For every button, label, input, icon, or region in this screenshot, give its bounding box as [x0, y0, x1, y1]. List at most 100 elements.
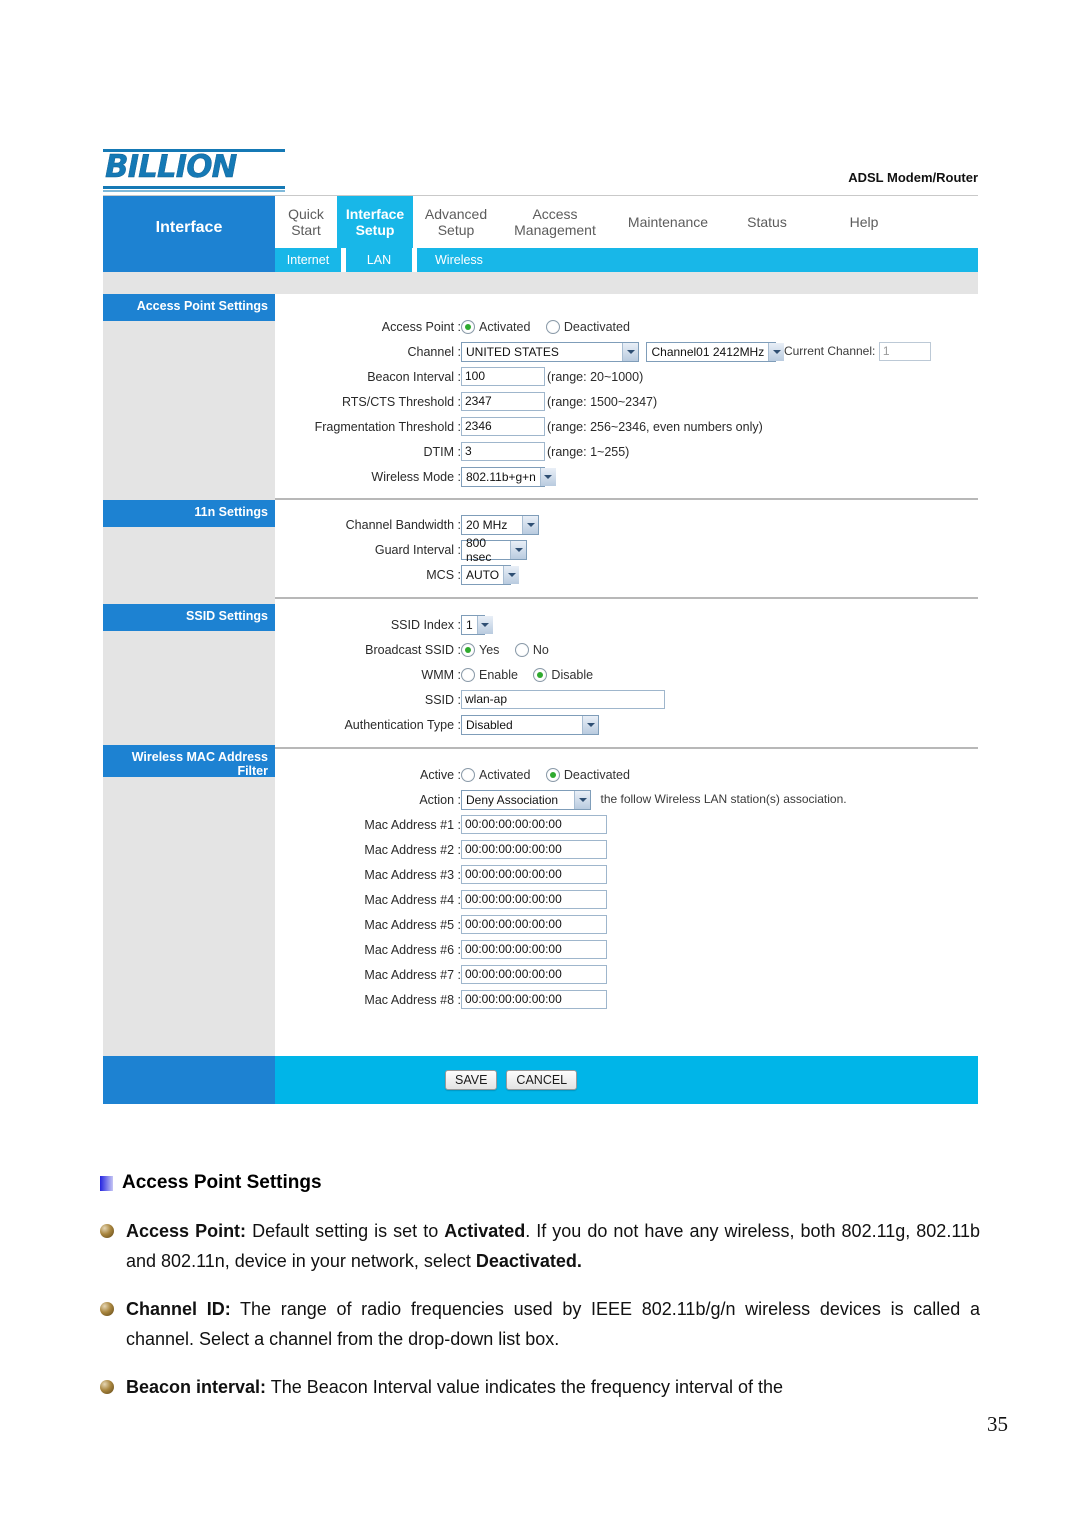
- authentication-type-cell: Disabled: [461, 712, 978, 737]
- mac-address-7-label: Mac Address #7 :: [364, 967, 461, 982]
- section-label-ssid: SSID Settings: [103, 604, 275, 631]
- mac-action-select[interactable]: Deny Association: [461, 789, 591, 810]
- subtab-wireless[interactable]: Wireless: [417, 248, 501, 272]
- access-point-deactivated-label: Deactivated: [563, 319, 630, 334]
- fragmentation-input-cell: 2346: [461, 414, 547, 439]
- logo-rule-bottom-thin: [103, 190, 285, 192]
- mac-active-activated-label: Activated: [479, 767, 531, 782]
- mac-address-8-cell: 00:00:00:00:00:00: [461, 987, 978, 1012]
- mac-active-activated-radio[interactable]: [461, 767, 475, 782]
- row-wmm: WMM : Enable Disable: [275, 662, 978, 687]
- broadcast-ssid-radios: Yes No: [461, 637, 978, 662]
- rail-gap-1: [103, 321, 275, 500]
- guard-interval-cell: 800 nsec: [461, 536, 978, 564]
- fragmentation-input[interactable]: 2346: [461, 417, 545, 436]
- broadcast-ssid-yes-radio[interactable]: [461, 642, 475, 657]
- subtab-lan[interactable]: LAN: [346, 248, 412, 272]
- mac-address-6-cell: 00:00:00:00:00:00: [461, 937, 978, 962]
- beacon-interval-note: (range: 20~1000): [547, 369, 644, 384]
- subtab-internet[interactable]: Internet: [275, 248, 341, 272]
- row-access-point: Access Point : Activated Deactivated: [275, 314, 978, 339]
- wmm-disable-radio[interactable]: [533, 667, 548, 682]
- wireless-mode-label: Wireless Mode :: [371, 469, 461, 484]
- mac-address-4-input[interactable]: 00:00:00:00:00:00: [461, 890, 607, 909]
- access-point-activated-radio[interactable]: [461, 319, 475, 334]
- chevron-down-icon: [522, 515, 538, 534]
- tab-access-management[interactable]: Access Management: [499, 196, 611, 248]
- current-channel-label: Current Channel:: [783, 343, 876, 358]
- table-row: Mac Address #5 : 00:00:00:00:00:00: [275, 912, 978, 937]
- mac-address-7-input[interactable]: 00:00:00:00:00:00: [461, 965, 607, 984]
- authentication-type-value: Disabled: [466, 717, 513, 732]
- prose-heading: Access Point Settings: [122, 1172, 322, 1193]
- guard-interval-label: Guard Interval :: [374, 542, 461, 557]
- sphere-bullet-icon: [100, 1380, 114, 1394]
- mac-address-3-input[interactable]: 00:00:00:00:00:00: [461, 865, 607, 884]
- action-bar-right: SAVE CANCEL: [275, 1056, 978, 1104]
- mac-address-1-label: Mac Address #1 :: [364, 817, 461, 832]
- country-select[interactable]: UNITED STATES: [461, 341, 639, 362]
- channel-bandwidth-value: 20 MHz: [466, 517, 508, 532]
- save-button[interactable]: SAVE: [445, 1070, 498, 1090]
- channel-bandwidth-select[interactable]: 20 MHz: [461, 514, 539, 535]
- guard-interval-value: 800 nsec: [466, 535, 492, 564]
- prose-p2-term: Channel ID:: [126, 1299, 231, 1319]
- table-row: Mac Address #4 : 00:00:00:00:00:00: [275, 887, 978, 912]
- tab-help[interactable]: Help: [809, 196, 919, 248]
- logo-rule-bottom: [103, 186, 285, 189]
- row-authentication-type: Authentication Type : Disabled: [275, 712, 978, 737]
- broadcast-ssid-no-radio[interactable]: [514, 642, 529, 657]
- prose-p1-bold2: Activated: [444, 1221, 526, 1241]
- access-point-activated-label: Activated: [479, 319, 531, 334]
- mac-address-8-label: Mac Address #8 :: [364, 992, 461, 1007]
- prose-paragraph-channel-id: Channel ID: The range of radio frequenci…: [100, 1294, 980, 1354]
- row-mac-active: Active : Activated Deactivated: [275, 762, 978, 787]
- settings-content: Access Point : Activated Deactivated Cha…: [275, 294, 978, 1056]
- access-point-deactivated-radio[interactable]: [545, 319, 560, 334]
- mac-filter-section: Active : Activated Deactivated Action : …: [275, 762, 978, 1032]
- beacon-interval-input[interactable]: 100: [461, 367, 545, 386]
- authentication-type-select[interactable]: Disabled: [461, 714, 599, 735]
- tab-advanced-setup[interactable]: Advanced Setup: [413, 196, 499, 248]
- tab-maintenance[interactable]: Maintenance: [611, 196, 725, 248]
- rail-gap-4: [103, 777, 275, 1056]
- mac-address-1-input[interactable]: 00:00:00:00:00:00: [461, 815, 607, 834]
- mac-address-5-input[interactable]: 00:00:00:00:00:00: [461, 915, 607, 934]
- rts-cts-input-cell: 2347: [461, 389, 547, 414]
- guard-interval-select[interactable]: 800 nsec: [461, 536, 527, 564]
- tab-status[interactable]: Status: [725, 196, 809, 248]
- dtim-input[interactable]: 3: [461, 442, 545, 461]
- mac-address-2-input[interactable]: 00:00:00:00:00:00: [461, 840, 607, 859]
- divider-after-11n: [275, 597, 978, 599]
- mac-action-note: the follow Wireless LAN station(s) assoc…: [600, 791, 847, 806]
- prose-p1-text1: Default setting is set to: [246, 1221, 445, 1241]
- mcs-select[interactable]: AUTO: [461, 564, 520, 585]
- table-row: Mac Address #2 : 00:00:00:00:00:00: [275, 837, 978, 862]
- divider-after-ssid: [275, 747, 978, 749]
- wireless-mode-select[interactable]: 802.11b+g+n: [461, 466, 556, 487]
- mac-address-6-input[interactable]: 00:00:00:00:00:00: [461, 940, 607, 959]
- router-header: BILLION ADSL Modem/Router: [103, 143, 978, 196]
- access-point-radios: Activated Deactivated: [461, 314, 978, 339]
- mac-active-deactivated-radio[interactable]: [545, 767, 560, 782]
- wmm-disable-label: Disable: [551, 667, 594, 682]
- chevron-down-icon: [510, 540, 526, 559]
- mac-action-cell: Deny Association the follow Wireless LAN…: [461, 787, 978, 812]
- cancel-button[interactable]: CANCEL: [506, 1070, 578, 1090]
- chevron-down-icon: [622, 342, 638, 361]
- table-row: Mac Address #7 : 00:00:00:00:00:00: [275, 962, 978, 987]
- mac-address-5-cell: 00:00:00:00:00:00: [461, 912, 978, 937]
- ssid-input[interactable]: wlan-ap: [461, 690, 665, 709]
- wmm-enable-radio[interactable]: [461, 667, 475, 682]
- main-nav-row: Interface Quick Start Interface Setup Ad…: [103, 196, 978, 248]
- row-ssid: SSID : wlan-ap: [275, 687, 978, 712]
- dtim-note: (range: 1~255): [547, 444, 630, 459]
- tab-interface-setup[interactable]: Interface Setup: [337, 196, 413, 248]
- table-row: Mac Address #8 : 00:00:00:00:00:00: [275, 987, 978, 1012]
- mac-address-8-input[interactable]: 00:00:00:00:00:00: [461, 990, 607, 1009]
- tab-quick-start[interactable]: Quick Start: [275, 196, 337, 248]
- ssid-index-select[interactable]: 1: [461, 614, 493, 635]
- 11n-settings-section: Channel Bandwidth : 20 MHz Guard Interva…: [275, 512, 978, 599]
- channel-select[interactable]: Channel01 2412MHz: [646, 341, 785, 362]
- rts-cts-input[interactable]: 2347: [461, 392, 545, 411]
